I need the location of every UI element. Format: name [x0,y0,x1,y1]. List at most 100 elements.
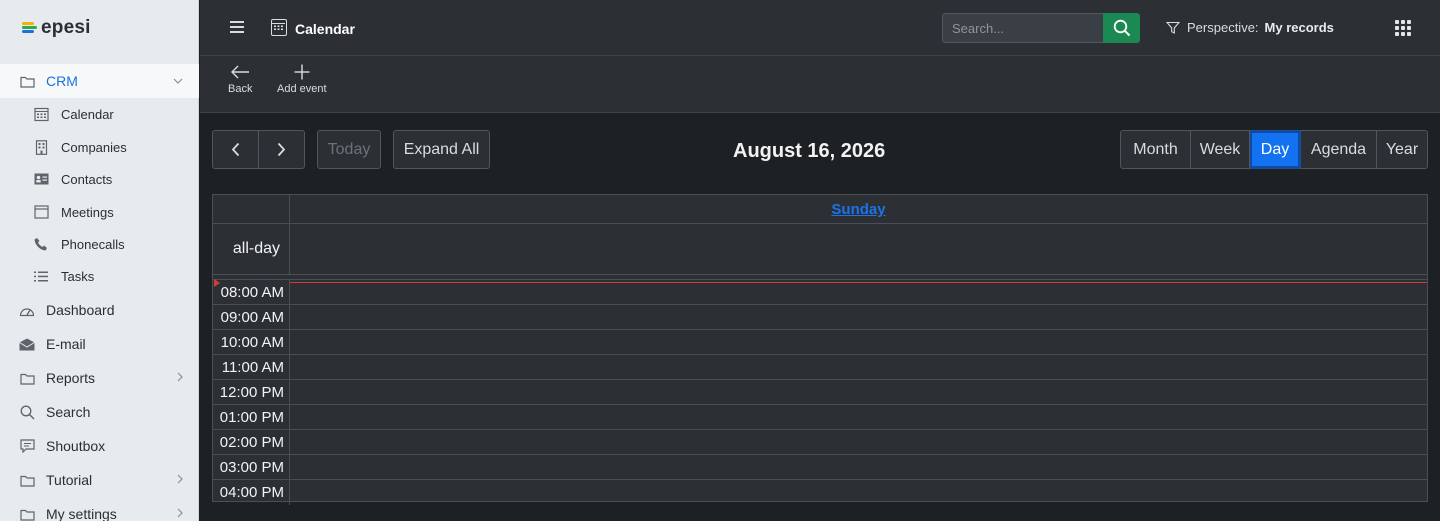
time-slot[interactable]: 02:00 PM [213,430,1427,455]
sidebar-item-calendar[interactable]: Calendar [0,98,199,130]
sidebar-item-reports[interactable]: Reports [0,361,199,395]
logo-mark [22,22,38,34]
view-year-button[interactable]: Year [1377,130,1428,169]
day-header: Sunday [213,195,1427,224]
search-icon [1113,19,1130,37]
arrow-left-icon [230,61,250,83]
sidebar-item-label: My settings [46,506,117,521]
view-week-button[interactable]: Week [1191,130,1250,169]
time-label: 12:00 PM [213,380,290,405]
all-day-row[interactable]: all-day [213,224,1427,275]
back-label: Back [228,83,253,95]
sidebar-item-tutorial[interactable]: Tutorial [0,463,199,497]
chevron-up-icon [173,75,183,87]
logo-text: epesi [41,17,91,38]
time-slot[interactable]: 01:00 PM [213,405,1427,430]
search-button[interactable] [1103,13,1140,43]
time-label: 04:00 PM [213,480,290,505]
envelope-icon [18,335,36,353]
action-bar: Back Add event [200,56,1440,113]
sidebar-item-label: Search [46,404,91,420]
folder-icon [18,369,36,387]
phone-icon [32,235,50,253]
time-slots: 08:00 AM 09:00 AM 10:00 AM 11:00 AM 12:0… [213,280,1427,505]
sidebar-item-my-settings[interactable]: My settings [0,497,199,521]
hamburger-menu-icon[interactable] [230,21,244,33]
now-indicator-line [290,282,1427,283]
sidebar-item-label: CRM [46,73,78,89]
all-day-label: all-day [232,240,280,257]
view-month-button[interactable]: Month [1120,130,1191,169]
sidebar-item-meetings[interactable]: Meetings [0,196,199,228]
expand-all-button[interactable]: Expand All [393,130,490,169]
sidebar-item-label: Phonecalls [61,236,125,252]
view-agenda-button[interactable]: Agenda [1301,130,1377,169]
time-label: 08:00 AM [213,280,290,305]
sidebar-item-email[interactable]: E-mail [0,327,199,361]
view-switcher: Month Week Day Agenda Year [1120,130,1428,169]
back-button[interactable]: Back [228,61,252,95]
folder-icon [18,505,36,521]
chevron-right-icon [277,142,286,157]
sidebar: epesi CRM Calendar Companies Contacts Me… [0,0,199,521]
apps-grid-icon[interactable] [1395,20,1411,36]
app-root: epesi CRM Calendar Companies Contacts Me… [0,0,1440,521]
sidebar-item-label: Companies [61,139,127,155]
sidebar-item-shoutbox[interactable]: Shoutbox [0,429,199,463]
folder-icon [18,72,36,90]
chat-icon [18,437,36,455]
time-slot[interactable]: 04:00 PM [213,480,1427,505]
time-label: 10:00 AM [213,330,290,355]
sidebar-item-companies[interactable]: Companies [0,131,199,163]
time-slot[interactable]: 10:00 AM [213,330,1427,355]
id-card-icon [32,170,50,188]
search-input[interactable] [942,13,1104,43]
day-name-link[interactable]: Sunday [290,201,1427,218]
perspective-label: Perspective: [1187,20,1259,35]
add-event-button[interactable]: Add event [277,61,327,95]
top-bar: Calendar Perspective: My records [200,0,1440,56]
date-title: August 16, 2026 [733,140,886,162]
perspective-selector[interactable]: Perspective: My records [1166,20,1334,35]
chevron-right-icon [177,508,183,521]
sidebar-item-label: Tutorial [46,472,93,488]
sidebar-item-label: Shoutbox [46,438,106,454]
sidebar-item-label: Reports [46,370,96,386]
sidebar-item-dashboard[interactable]: Dashboard [0,293,199,327]
sidebar-item-search[interactable]: Search [0,395,199,429]
window-icon [32,203,50,221]
today-button[interactable]: Today [317,130,381,169]
time-slot[interactable]: 08:00 AM [213,280,1427,305]
calendar-icon [32,105,50,123]
time-label: 01:00 PM [213,405,290,430]
time-slot[interactable]: 12:00 PM [213,380,1427,405]
time-slot[interactable]: 11:00 AM [213,355,1427,380]
sidebar-item-label: Contacts [61,171,113,187]
sidebar-item-label: Dashboard [46,302,115,318]
day-grid: Sunday all-day 08:00 AM 09:00 AM 10:00 A… [212,194,1428,505]
filter-icon [1166,21,1180,34]
sidebar-item-label: Calendar [61,106,114,122]
sidebar-item-tasks[interactable]: Tasks [0,260,199,292]
view-day-button[interactable]: Day [1250,130,1301,169]
header-gutter [213,195,290,224]
folder-icon [18,471,36,489]
list-icon [32,267,50,285]
sidebar-item-crm[interactable]: CRM [0,64,199,98]
epesi-logo[interactable]: epesi [22,16,91,40]
page-title: Calendar [295,21,355,37]
next-button[interactable] [258,130,305,169]
calendar-icon [271,19,287,36]
time-slot[interactable]: 03:00 PM [213,455,1427,480]
building-icon [32,138,50,156]
prev-button[interactable] [212,130,259,169]
gauge-icon [18,301,36,319]
sidebar-item-label: Meetings [61,204,114,220]
sidebar-item-phonecalls[interactable]: Phonecalls [0,228,199,260]
time-slot[interactable]: 09:00 AM [213,305,1427,330]
chevron-left-icon [231,142,240,157]
sidebar-item-label: E-mail [46,336,86,352]
search-icon [18,403,36,421]
sidebar-item-contacts[interactable]: Contacts [0,163,199,195]
calendar-area: Today Expand All August 16, 2026 Month W… [200,113,1440,521]
